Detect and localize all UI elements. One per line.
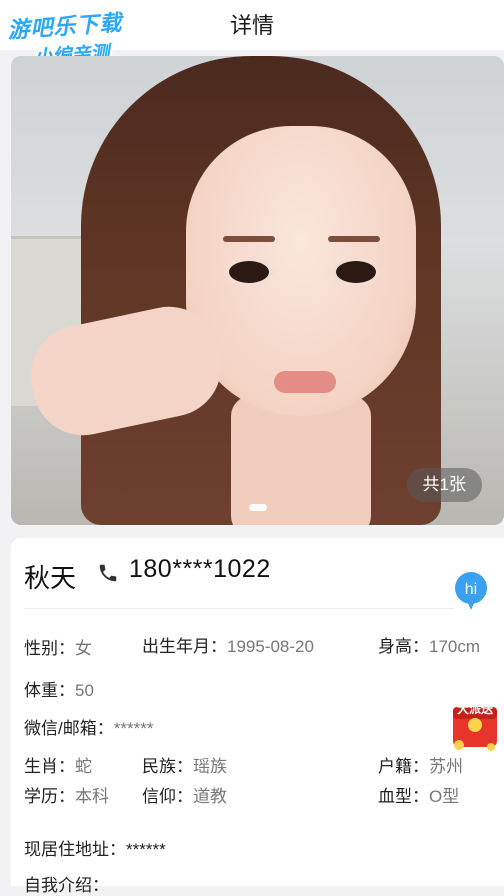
wechat-label: 微信/邮箱： [24,719,114,738]
birth-value: 1995-08-20 [227,637,314,656]
ethnicity-field: 民族：瑶族 [142,752,227,777]
ethnicity-value: 瑶族 [193,757,227,776]
religion-field: 信仰：道教 [142,782,227,807]
ethnicity-label: 民族： [142,757,193,776]
hukou-label: 户籍： [378,757,429,776]
hukou-value: 苏州 [429,757,463,776]
profile-name: 秋天 [24,563,77,593]
weight-field: 体重：50 [24,676,94,701]
height-label: 身高： [378,637,429,656]
carousel-indicator [249,504,267,511]
blood-value: O型 [429,787,460,806]
red-packet-promo[interactable]: 红包 大派送 [443,683,504,755]
profile-card: 秋天 180****1022 hi 性别：女 出生年月：1995-08-20 身… [11,538,504,895]
intro-field: 自我介绍： [24,871,109,896]
gender-label: 性别： [24,639,75,658]
address-value: ****** [126,840,166,859]
height-field: 身高：170cm [378,632,480,657]
zodiac-value: 蛇 [75,757,92,776]
education-value: 本科 [75,787,109,806]
hukou-field: 户籍：苏州 [378,752,463,777]
religion-label: 信仰： [142,787,193,806]
photo-eye [336,261,376,283]
profile-phone[interactable]: 180****1022 [129,555,271,584]
birth-field: 出生年月：1995-08-20 [142,632,314,657]
wechat-value: ****** [113,719,154,738]
blood-label: 血型： [378,787,429,806]
photo-brow [223,236,275,242]
top-bar: ‹ 详情 游吧乐下载 小编亲测 [0,0,504,69]
red-packet-line-1: 红包 [459,684,487,700]
education-label: 学历： [24,787,75,806]
education-field: 学历：本科 [24,782,109,807]
weight-value: 50 [75,681,94,700]
red-packet-line-2: 大派送 [457,701,494,716]
address-label: 现居住地址： [24,840,126,859]
address-field: 现居住地址：****** [24,835,166,860]
birth-label: 出生年月： [142,637,227,656]
profile-photo[interactable]: 共1张 [11,56,504,525]
gender-value: 女 [75,639,92,658]
wechat-field: 微信/邮箱：****** [24,714,153,739]
blood-field: 血型：O型 [378,782,459,807]
chat-bubble-text: hi [465,581,477,598]
zodiac-label: 生肖： [24,757,75,776]
zodiac-field: 生肖：蛇 [24,752,92,777]
photo-brow [328,236,380,242]
phone-icon[interactable] [97,562,119,584]
divider [24,608,454,609]
height-value: 170cm [429,637,481,656]
religion-value: 道教 [193,787,227,806]
photo-eye [229,261,269,283]
weight-label: 体重： [24,681,75,700]
gender-field: 性别：女 [24,634,92,659]
photo-count-badge: 共1张 [406,468,482,502]
photo-lips [274,371,336,393]
chat-bubble-icon[interactable]: hi [454,572,488,612]
